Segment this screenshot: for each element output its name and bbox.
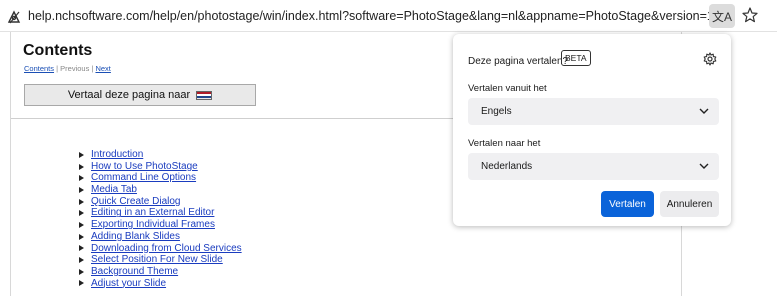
bullet-triangle-icon <box>79 233 84 240</box>
toc-link[interactable]: Adjust your Slide <box>91 278 166 290</box>
toc-item[interactable]: Adding Blank Slides <box>79 231 242 243</box>
url-text[interactable]: help.nchsoftware.com/help/en/photostage/… <box>28 9 718 23</box>
toc-link[interactable]: Background Theme <box>91 266 178 278</box>
from-language-label: Vertalen vanuit het <box>468 83 547 94</box>
toc-link[interactable]: Command Line Options <box>91 172 196 184</box>
chevron-down-icon <box>699 163 709 169</box>
toc-link[interactable]: Quick Create Dialog <box>91 196 180 208</box>
popup-title: Deze pagina vertalen? <box>468 56 569 67</box>
table-of-contents: Introduction How to Use PhotoStage Comma… <box>79 149 242 289</box>
chevron-down-icon <box>699 108 709 114</box>
page-title: Contents <box>23 42 93 59</box>
dutch-flag-icon <box>196 90 213 100</box>
toc-item[interactable]: Exporting Individual Frames <box>79 219 242 231</box>
bullet-triangle-icon <box>79 163 84 170</box>
breadcrumb-previous: Previous <box>60 64 90 73</box>
bullet-triangle-icon <box>79 245 84 252</box>
toc-link[interactable]: How to Use PhotoStage <box>91 161 198 173</box>
toc-item[interactable]: Editing in an External Editor <box>79 207 242 219</box>
translate-page-icon[interactable]: 文A <box>709 4 735 28</box>
toc-item[interactable]: Command Line Options <box>79 172 242 184</box>
bullet-triangle-icon <box>79 151 84 158</box>
bullet-triangle-icon <box>79 210 84 217</box>
toc-link[interactable]: Exporting Individual Frames <box>91 219 215 231</box>
bullet-triangle-icon <box>79 175 84 182</box>
toc-item[interactable]: Quick Create Dialog <box>79 196 242 208</box>
bullet-triangle-icon <box>79 198 84 205</box>
toc-link[interactable]: Introduction <box>91 149 143 161</box>
translate-page-button[interactable]: Vertaal deze pagina naar <box>24 84 256 106</box>
toc-item[interactable]: Select Position For New Slide <box>79 254 242 266</box>
to-language-select[interactable]: Nederlands <box>468 153 719 180</box>
toc-item[interactable]: Adjust your Slide <box>79 278 242 290</box>
breadcrumb-contents-link[interactable]: Contents <box>24 64 54 73</box>
translate-popup: Deze pagina vertalen? BETA Vertalen vanu… <box>453 34 731 226</box>
to-language-label: Vertalen naar het <box>468 138 541 149</box>
breadcrumb-next-link[interactable]: Next <box>95 64 110 73</box>
bullet-triangle-icon <box>79 280 84 287</box>
bookmark-star-icon[interactable] <box>741 6 759 24</box>
toc-item[interactable]: Downloading from Cloud Services <box>79 243 242 255</box>
to-language-value: Nederlands <box>481 161 533 172</box>
address-bar[interactable]: help.nchsoftware.com/help/en/photostage/… <box>0 0 777 32</box>
toc-link[interactable]: Downloading from Cloud Services <box>91 243 242 255</box>
toc-item[interactable]: Media Tab <box>79 184 242 196</box>
translate-button[interactable]: Vertalen <box>601 191 654 217</box>
gear-icon[interactable] <box>703 52 717 66</box>
toc-item[interactable]: Introduction <box>79 149 242 161</box>
toc-item[interactable]: How to Use PhotoStage <box>79 161 242 173</box>
bullet-triangle-icon <box>79 221 84 228</box>
bullet-triangle-icon <box>79 186 84 193</box>
cancel-button[interactable]: Annuleren <box>660 191 719 217</box>
toc-item[interactable]: Background Theme <box>79 266 242 278</box>
toc-link[interactable]: Media Tab <box>91 184 137 196</box>
toc-link[interactable]: Select Position For New Slide <box>91 254 223 266</box>
beta-badge: BETA <box>561 50 591 66</box>
translate-page-button-label: Vertaal deze pagina naar <box>67 89 191 101</box>
toc-link[interactable]: Adding Blank Slides <box>91 231 180 243</box>
from-language-select[interactable]: Engels <box>468 98 719 125</box>
bullet-triangle-icon <box>79 257 84 264</box>
site-info-icon[interactable] <box>6 9 22 25</box>
breadcrumb: Contents | Previous | Next <box>24 64 111 73</box>
bullet-triangle-icon <box>79 268 84 275</box>
from-language-value: Engels <box>481 106 512 117</box>
toc-link[interactable]: Editing in an External Editor <box>91 207 214 219</box>
